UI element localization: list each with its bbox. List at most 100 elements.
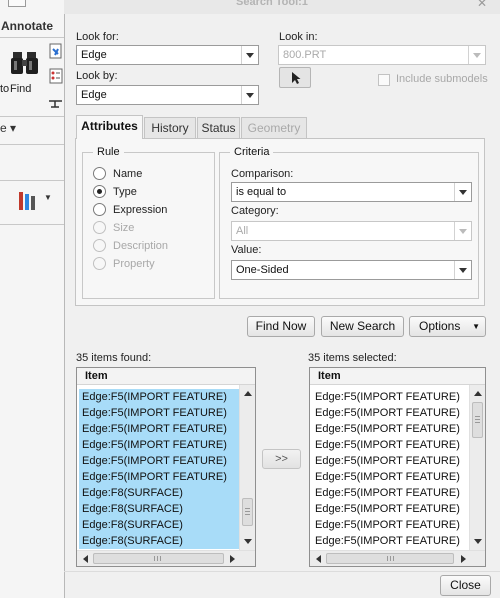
chevron-down-icon[interactable]: ▼ bbox=[44, 193, 52, 202]
scroll-up-icon[interactable] bbox=[474, 391, 482, 396]
new-search-button[interactable]: New Search bbox=[321, 316, 404, 337]
look-in-select[interactable]: 800.PRT bbox=[278, 45, 486, 65]
find-now-button[interactable]: Find Now bbox=[247, 316, 315, 337]
scroll-up-icon[interactable] bbox=[244, 391, 252, 396]
tab-attributes[interactable]: Attributes bbox=[76, 115, 143, 139]
chevron-down-icon[interactable] bbox=[454, 183, 471, 201]
rule-property-radio[interactable] bbox=[93, 257, 106, 270]
criteria-title: Criteria bbox=[230, 146, 274, 158]
rule-size-label: Size bbox=[113, 222, 135, 234]
list-item[interactable]: Edge:F5(IMPORT FEATURE) bbox=[312, 501, 470, 517]
ribbon-divider bbox=[0, 37, 66, 38]
list-item[interactable]: Edge:F8(SURFACE) bbox=[79, 485, 239, 501]
chevron-down-icon[interactable] bbox=[468, 46, 485, 64]
selected-scroll-thumb[interactable] bbox=[472, 402, 483, 438]
list-item[interactable]: Edge:F5(IMPORT FEATURE) bbox=[312, 485, 470, 501]
chevron-down-icon[interactable] bbox=[454, 261, 471, 279]
rule-type-label: Type bbox=[113, 186, 137, 198]
pick-model-button[interactable] bbox=[279, 67, 311, 88]
ribbon-tab-annotate[interactable]: Annotate bbox=[0, 17, 53, 35]
items-selected-label: 35 items selected: bbox=[308, 352, 397, 364]
list-item[interactable]: Edge:F8(SURFACE) bbox=[79, 501, 239, 517]
tab-status[interactable]: Status bbox=[197, 117, 240, 138]
category-label: Category: bbox=[231, 205, 279, 217]
close-button[interactable]: Close bbox=[440, 575, 491, 596]
value-value: One-Sided bbox=[236, 264, 289, 276]
selected-list[interactable]: Item Edge:F5(IMPORT FEATURE) Edge:F5(IMP… bbox=[309, 367, 486, 567]
scroll-right-icon[interactable] bbox=[461, 555, 466, 563]
chevron-down-icon[interactable] bbox=[241, 46, 258, 64]
found-scroll-thumb[interactable] bbox=[242, 498, 253, 526]
list-item[interactable]: Edge:F5(IMPORT FEATURE) bbox=[312, 453, 470, 469]
ribbon-find-label[interactable]: Find bbox=[10, 83, 31, 95]
look-by-value: Edge bbox=[81, 89, 107, 101]
selected-list-header[interactable]: Item bbox=[310, 368, 485, 385]
rule-description-label: Description bbox=[113, 240, 169, 252]
rule-property-label: Property bbox=[113, 258, 155, 270]
list-item[interactable]: Edge:F5(IMPORT FEATURE) bbox=[79, 469, 239, 485]
look-for-label: Look for: bbox=[76, 31, 119, 43]
ribbon-divider bbox=[0, 116, 66, 117]
rule-type-radio[interactable] bbox=[93, 185, 106, 198]
rule-description-radio[interactable] bbox=[93, 239, 106, 252]
ribbon-partial-dropdown[interactable]: e ▾ bbox=[0, 121, 16, 135]
ribbon-divider bbox=[0, 180, 66, 181]
scroll-left-icon[interactable] bbox=[316, 555, 321, 563]
rule-expression-label: Expression bbox=[113, 204, 168, 216]
list-item[interactable]: Edge:F5(IMPORT FEATURE) bbox=[312, 533, 470, 549]
add-selected-button[interactable]: >> bbox=[262, 449, 301, 469]
options-button[interactable]: Options ▼ bbox=[409, 316, 486, 337]
ribbon-partial-label: to bbox=[0, 83, 10, 95]
found-hscroll-thumb[interactable] bbox=[93, 553, 224, 564]
ribbon-small-icons[interactable] bbox=[47, 43, 64, 113]
chevron-down-icon[interactable] bbox=[241, 86, 258, 104]
binoculars-icon[interactable] bbox=[10, 48, 40, 78]
grip-icon bbox=[245, 508, 250, 516]
look-for-select[interactable]: Edge bbox=[76, 45, 259, 65]
close-icon[interactable]: ✕ bbox=[477, 0, 487, 10]
list-item[interactable]: Edge:F5(IMPORT FEATURE) bbox=[312, 405, 470, 421]
rule-expression-radio[interactable] bbox=[93, 203, 106, 216]
list-item[interactable]: Edge:F5(IMPORT FEATURE) bbox=[79, 453, 239, 469]
comparison-select[interactable]: is equal to bbox=[231, 182, 472, 202]
rule-size-radio[interactable] bbox=[93, 221, 106, 234]
list-item[interactable]: Edge:F5(IMPORT FEATURE) bbox=[312, 421, 470, 437]
look-by-select[interactable]: Edge bbox=[76, 85, 259, 105]
list-item[interactable]: Edge:F5(IMPORT FEATURE) bbox=[312, 437, 470, 453]
tab-geometry[interactable]: Geometry bbox=[241, 117, 307, 138]
grip-icon bbox=[475, 416, 480, 424]
found-vertical-scrollbar[interactable] bbox=[239, 385, 255, 550]
category-select[interactable]: All bbox=[231, 221, 472, 241]
found-list[interactable]: Item Edge:F5(IMPORT FEATURE) Edge:F5(IMP… bbox=[76, 367, 256, 567]
scroll-right-icon[interactable] bbox=[230, 555, 235, 563]
list-item[interactable]: Edge:F8(SURFACE) bbox=[79, 517, 239, 533]
look-for-value: Edge bbox=[81, 49, 107, 61]
dialog-title: Search Tool:1 bbox=[236, 0, 308, 8]
selected-horizontal-scrollbar[interactable] bbox=[310, 550, 485, 566]
scroll-left-icon[interactable] bbox=[83, 555, 88, 563]
list-item[interactable]: Edge:F5(IMPORT FEATURE) bbox=[79, 437, 239, 453]
list-item[interactable]: Edge:F5(IMPORT FEATURE) bbox=[312, 469, 470, 485]
found-list-header[interactable]: Item bbox=[77, 368, 255, 385]
selected-hscroll-thumb[interactable] bbox=[326, 553, 454, 564]
list-item[interactable]: Edge:F5(IMPORT FEATURE) bbox=[79, 389, 239, 405]
ribbon-button-fragment[interactable] bbox=[8, 0, 26, 7]
list-item[interactable]: Edge:F8(SURFACE) bbox=[79, 533, 239, 549]
list-item[interactable]: Edge:F5(IMPORT FEATURE) bbox=[312, 389, 470, 405]
cursor-arrow-icon bbox=[292, 72, 301, 84]
include-submodels-checkbox[interactable] bbox=[378, 74, 390, 86]
found-horizontal-scrollbar[interactable] bbox=[77, 550, 255, 566]
selected-vertical-scrollbar[interactable] bbox=[469, 385, 485, 550]
list-item[interactable]: Edge:F5(IMPORT FEATURE) bbox=[79, 421, 239, 437]
scroll-down-icon[interactable] bbox=[474, 539, 482, 544]
tools-icon[interactable] bbox=[16, 190, 38, 212]
scroll-down-icon[interactable] bbox=[244, 539, 252, 544]
value-select[interactable]: One-Sided bbox=[231, 260, 472, 280]
list-item[interactable]: Edge:F5(IMPORT FEATURE) bbox=[79, 405, 239, 421]
rule-name-radio[interactable] bbox=[93, 167, 106, 180]
tab-history[interactable]: History bbox=[144, 117, 196, 138]
comparison-label: Comparison: bbox=[231, 168, 294, 180]
chevron-down-icon[interactable] bbox=[454, 222, 471, 240]
list-item[interactable]: Edge:F5(IMPORT FEATURE) bbox=[312, 517, 470, 533]
look-in-value: 800.PRT bbox=[283, 49, 327, 61]
